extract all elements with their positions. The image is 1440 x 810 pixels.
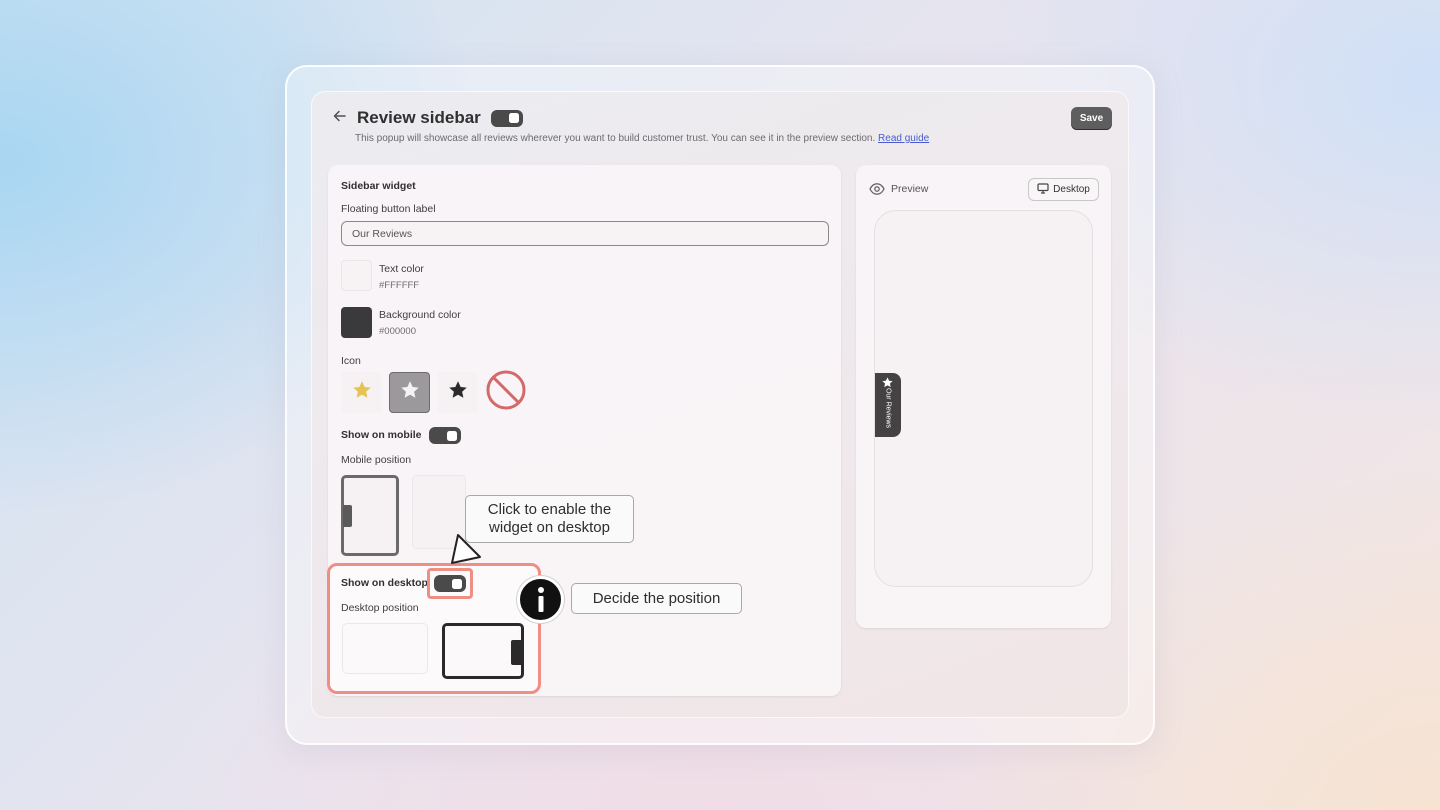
show-mobile-label: Show on mobile: [341, 429, 422, 441]
toggle-tip-callout: Click to enable the widget on desktop: [465, 495, 634, 543]
desktop-position-label: Desktop position: [341, 602, 419, 614]
icon-option-none[interactable]: [485, 370, 526, 415]
show-desktop-label: Show on desktop: [341, 577, 428, 589]
eye-icon: [869, 182, 885, 201]
device-button-label: Desktop: [1053, 184, 1090, 195]
widget-enable-toggle[interactable]: [490, 109, 523, 127]
device-toggle-button[interactable]: Desktop: [1028, 178, 1099, 201]
info-icon: [517, 576, 564, 623]
star-filled-yellow-icon: [351, 379, 373, 406]
background-color-value: #000000: [379, 326, 416, 337]
subtitle-text: This popup will showcase all reviews whe…: [355, 133, 876, 144]
text-color-swatch[interactable]: [341, 260, 372, 291]
cursor-pointer-icon: [444, 533, 484, 572]
star-black-icon: [447, 379, 469, 406]
position-tip-callout: Decide the position: [571, 583, 742, 614]
background-color-swatch[interactable]: [341, 307, 372, 338]
mobile-position-label: Mobile position: [341, 454, 412, 466]
section-title: Sidebar widget: [341, 180, 416, 192]
floating-tab-text: Our Reviews: [884, 387, 892, 429]
desktop-position-right[interactable]: [442, 623, 524, 679]
position-tab-marker: [343, 505, 352, 527]
arrow-left-icon[interactable]: [333, 109, 347, 127]
text-color-label: Text color: [379, 263, 424, 275]
save-button[interactable]: Save: [1071, 107, 1112, 130]
text-color-value: #FFFFFF: [379, 280, 420, 291]
floating-label-input[interactable]: Our Reviews: [341, 221, 829, 246]
page-header: Review sidebar: [333, 108, 523, 128]
page-subtitle: This popup will showcase all reviews whe…: [355, 133, 929, 144]
desktop-position-left[interactable]: [342, 623, 428, 674]
icon-option-star-white[interactable]: [389, 372, 430, 413]
preview-device-frame: [874, 210, 1093, 587]
background-color-label: Background color: [379, 309, 461, 321]
icon-option-star-yellow[interactable]: [341, 372, 382, 413]
icon-option-star-black[interactable]: [437, 372, 478, 413]
show-mobile-toggle[interactable]: [429, 427, 461, 444]
preview-title: Preview: [891, 183, 929, 195]
mobile-position-left[interactable]: [341, 475, 399, 556]
none-icon: [486, 370, 526, 415]
star-white-selected-icon: [399, 379, 421, 406]
page-title: Review sidebar: [357, 108, 481, 127]
position-tab-marker: [511, 640, 522, 665]
monitor-icon: [1037, 182, 1049, 197]
floating-label-title: Floating button label: [341, 203, 436, 215]
icon-label: Icon: [341, 355, 361, 367]
read-guide-link[interactable]: Read guide: [878, 133, 929, 144]
desktop-toggle-highlight: [427, 568, 473, 599]
